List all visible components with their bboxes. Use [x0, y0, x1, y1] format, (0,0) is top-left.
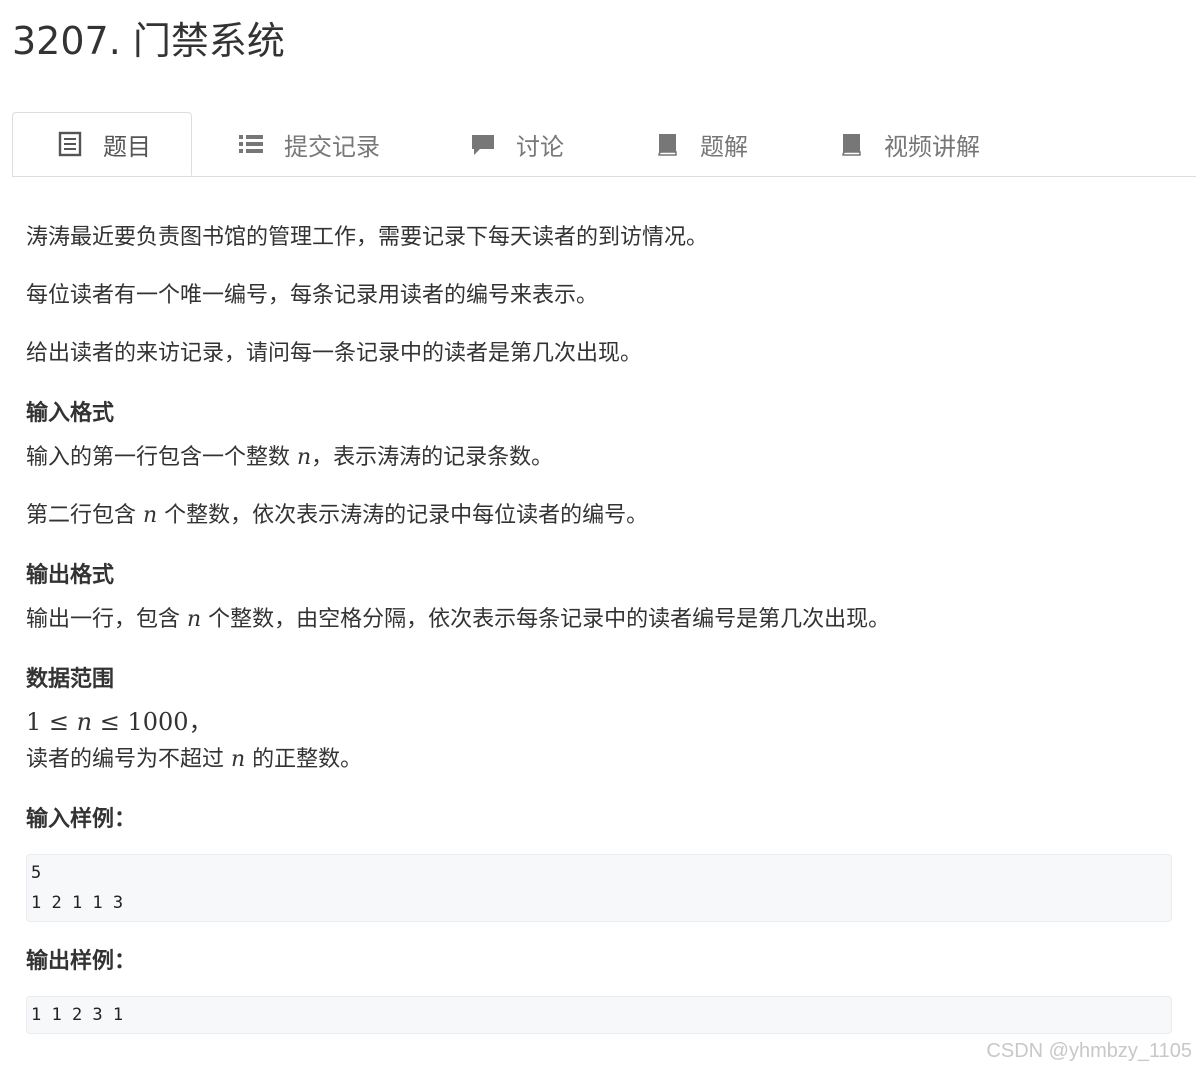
- input-format-heading: 输入格式: [26, 401, 115, 426]
- tab-submissions-label: 提交记录: [284, 132, 380, 161]
- tab-discussion[interactable]: 讨论: [470, 112, 564, 176]
- page-title: 3207. 门禁系统: [12, 19, 285, 63]
- tab-problem[interactable]: 题目: [12, 112, 192, 176]
- sample-output-code[interactable]: 1 1 2 3 1: [26, 996, 1172, 1034]
- sample-output-heading: 输出样例：: [26, 949, 137, 974]
- description-paragraph: 给出读者的来访记录，请问每一条记录中的读者是第几次出现。: [26, 341, 643, 366]
- tab-discussion-label: 讨论: [516, 132, 564, 161]
- input-format-line: 第二行包含 n 个整数，依次表示涛涛的记录中每位读者的编号。: [26, 503, 649, 528]
- math-var: n: [187, 607, 202, 632]
- output-format-heading: 输出格式: [26, 563, 115, 588]
- book-icon: [838, 131, 864, 157]
- data-range-heading: 数据范围: [26, 667, 115, 692]
- tab-solutions[interactable]: 题解: [654, 112, 748, 176]
- tab-problem-label: 题目: [103, 132, 151, 161]
- problem-tabs: 题目 提交记录 讨论 题解 视频讲解: [12, 112, 1196, 177]
- data-range-formula: 1 ≤ n ≤ 1000，: [26, 708, 213, 736]
- math-var: n: [297, 445, 312, 470]
- tab-video-label: 视频讲解: [884, 132, 980, 161]
- description-paragraph: 每位读者有一个唯一编号，每条记录用读者的编号来表示。: [26, 283, 599, 308]
- sample-input-code[interactable]: 5 1 2 1 1 3: [26, 854, 1172, 922]
- comment-icon: [470, 131, 496, 157]
- tab-submissions[interactable]: 提交记录: [238, 112, 380, 176]
- description-paragraph: 涛涛最近要负责图书馆的管理工作，需要记录下每天读者的到访情况。: [26, 225, 709, 250]
- book-icon: [654, 131, 680, 157]
- watermark: CSDN @yhmbzy_1105: [986, 1040, 1192, 1062]
- sample-input-heading: 输入样例：: [26, 807, 137, 832]
- output-format-line: 输出一行，包含 n 个整数，由空格分隔，依次表示每条记录中的读者编号是第几次出现…: [26, 607, 891, 632]
- math-var: n: [231, 747, 246, 772]
- math-var: n: [143, 503, 158, 528]
- data-range-line: 读者的编号为不超过 n 的正整数。: [26, 747, 363, 772]
- input-format-line: 输入的第一行包含一个整数 n，表示涛涛的记录条数。: [26, 445, 554, 470]
- list-icon: [238, 131, 264, 157]
- tab-video[interactable]: 视频讲解: [838, 112, 980, 176]
- tab-solutions-label: 题解: [700, 132, 748, 161]
- document-list-icon: [57, 131, 83, 157]
